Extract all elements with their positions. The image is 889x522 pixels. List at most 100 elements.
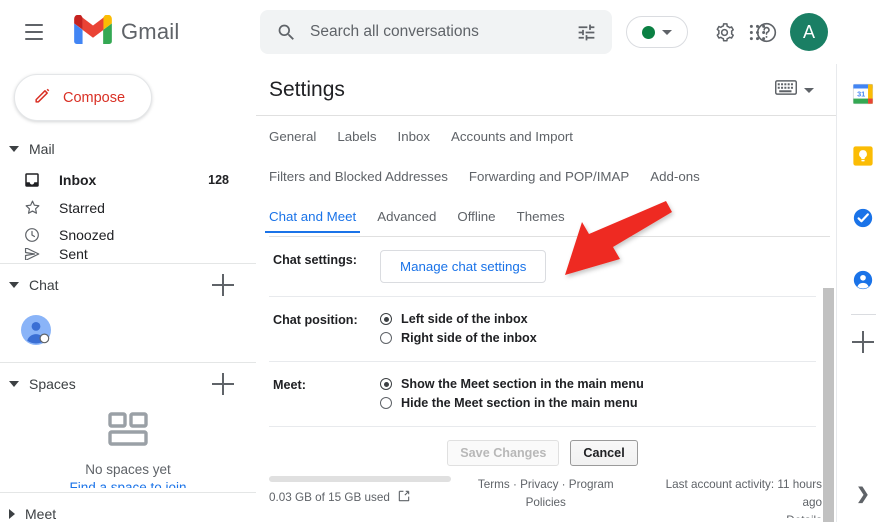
settings-tabs-row-1: General Labels Inbox Accounts and Import [269,116,816,156]
gmail-brand[interactable]: Gmail [74,14,180,49]
sidebar-section-mail-label: Mail [29,141,55,157]
tab-forwarding-and-pop-imap[interactable]: Forwarding and POP/IMAP [469,156,629,196]
radio-label: Left side of the inbox [401,312,528,326]
settings-tabs: General Labels Inbox Accounts and Import… [256,116,836,236]
display-density-selector[interactable] [775,80,814,100]
sidebar-section-meet[interactable]: Meet [0,498,256,522]
radio-indicator[interactable] [380,378,392,390]
sidebar-divider-2 [0,362,256,363]
sidebar-item-starred-label: Starred [59,199,105,216]
top-app-bar: Gmail Search all conversations A [0,0,889,64]
search-bar[interactable] [260,10,612,54]
sidebar-divider-3 [0,492,256,493]
add-space-button[interactable] [212,373,234,395]
send-icon [21,248,43,260]
sidebar-section-mail[interactable]: Mail [0,133,256,165]
green-status-dot [642,25,655,39]
tab-accounts-and-import[interactable]: Accounts and Import [451,116,573,156]
sidebar-divider-1 [0,263,256,264]
settings-header: Settings [256,64,836,115]
avatar-letter: A [802,21,815,42]
tab-themes[interactable]: Themes [517,196,565,236]
meet-row: Meet: Show the Meet section in the main … [269,362,816,426]
activity-details-link[interactable]: Details [786,514,822,518]
search-icon[interactable] [268,14,304,50]
sidebar-section-spaces[interactable]: Spaces [0,368,256,400]
chevron-down-icon [9,381,19,387]
storage-usage-bar [269,476,451,482]
google-tasks-icon[interactable] [843,198,883,238]
sidebar-item-sent-label: Sent [59,248,88,260]
radio-label: Hide the Meet section in the main menu [401,396,638,410]
chevron-down-icon [9,282,19,288]
inbox-unread-count: 128 [208,172,229,187]
spaces-empty-text: No spaces yet [85,462,171,477]
google-keep-icon[interactable] [843,136,883,176]
sidebar-item-starred[interactable]: Starred [0,194,256,221]
settings-tabs-row-2: Filters and Blocked Addresses Forwarding… [269,156,816,196]
tab-chat-and-meet[interactable]: Chat and Meet [264,196,361,236]
chat-contact-avatar[interactable] [21,315,51,345]
chat-settings-label: Chat settings: [273,253,357,267]
inbox-icon [21,171,43,189]
gmail-wordmark: Gmail [121,19,180,44]
tab-add-ons[interactable]: Add-ons [650,156,700,196]
tab-labels[interactable]: Labels [337,116,376,156]
find-space-link[interactable]: Find a space to join [69,480,186,488]
tune-options-icon[interactable] [568,14,604,50]
google-calendar-icon[interactable]: 31 [843,74,883,114]
radio-label: Show the Meet section in the main menu [401,377,644,391]
compose-button[interactable]: Compose [14,74,152,121]
google-contacts-icon[interactable] [843,260,883,300]
sidebar-item-snoozed[interactable]: Snoozed [0,221,256,248]
add-chat-button[interactable] [212,274,234,296]
footer-links-line-1[interactable]: Terms · Privacy · Program [455,476,637,494]
main-vertical-scrollbar[interactable] [823,288,834,522]
account-avatar[interactable]: A [790,13,828,51]
spaces-grid-icon [107,412,149,452]
add-app-button[interactable] [852,331,874,353]
tab-advanced[interactable]: Advanced [377,196,436,236]
radio-indicator[interactable] [380,397,392,409]
meet-label: Meet: [273,378,306,392]
footer-links-line-2[interactable]: Policies [455,494,637,512]
sidebar-section-chat[interactable]: Chat [0,269,256,301]
cancel-button[interactable]: Cancel [570,440,638,466]
tab-offline[interactable]: Offline [457,196,495,236]
sidebar-item-sent[interactable]: Sent [0,248,256,260]
gmail-logo-icon [74,14,112,49]
chevron-down-icon [9,146,19,152]
svg-text:31: 31 [857,89,865,98]
side-apps-rail: 31 ❯ [836,64,889,522]
radio-chat-position-right[interactable]: Right side of the inbox [380,329,816,347]
search-input[interactable] [304,22,568,42]
settings-tabs-row-3: Chat and Meet Advanced Offline Themes [264,196,816,236]
sidebar-item-inbox[interactable]: Inbox 128 [0,165,256,194]
last-activity-block: Last account activity: 11 hours ago Deta… [641,476,822,522]
status-selector[interactable] [626,16,688,48]
open-in-new-icon[interactable] [397,489,411,506]
tab-inbox[interactable]: Inbox [398,116,431,156]
main-menu-icon[interactable] [10,8,58,56]
compose-label: Compose [63,89,126,106]
radio-meet-hide[interactable]: Hide the Meet section in the main menu [380,394,816,412]
radio-chat-position-left[interactable]: Left side of the inbox [380,310,816,328]
chevron-right-icon [9,509,15,519]
radio-meet-show[interactable]: Show the Meet section in the main menu [380,375,816,393]
manage-chat-settings-button[interactable]: Manage chat settings [380,250,547,283]
keyboard-density-icon [775,80,797,100]
chevron-down-icon [804,87,814,93]
tab-filters-and-blocked-addresses[interactable]: Filters and Blocked Addresses [269,156,448,196]
spaces-empty-state: No spaces yet Find a space to join [0,412,256,488]
radio-indicator[interactable] [380,332,392,344]
sidebar-section-chat-label: Chat [29,277,59,293]
tab-general[interactable]: General [269,116,316,156]
star-icon [21,198,43,217]
gear-icon[interactable] [708,16,740,48]
radio-indicator[interactable] [380,313,392,325]
save-changes-button[interactable]: Save Changes [447,440,560,466]
chevron-right-icon[interactable]: ❯ [856,484,869,504]
storage-usage-text-row: 0.03 GB of 15 GB used [269,489,451,506]
clock-icon [21,226,43,244]
last-activity-line-2: ago [802,496,822,510]
